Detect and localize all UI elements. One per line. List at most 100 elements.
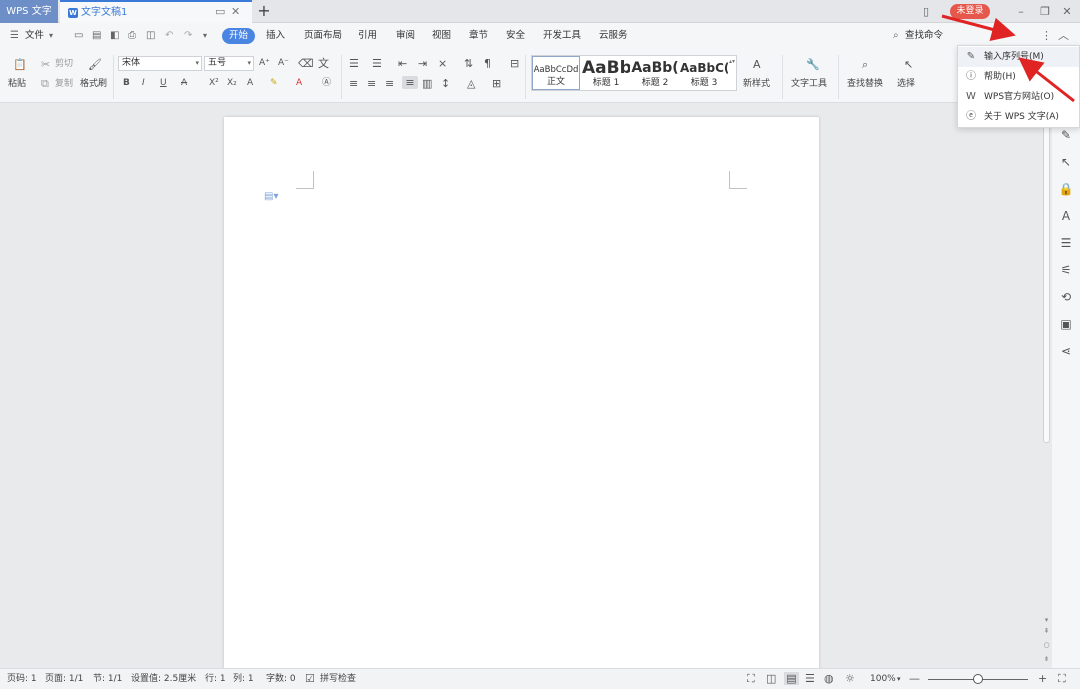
undo-icon[interactable]: ↶ [165, 29, 173, 43]
minimize-icon[interactable]: – [1013, 0, 1029, 23]
spellcheck-icon[interactable]: ☑ [305, 672, 315, 685]
fullscreen-icon[interactable]: ⛶ [747, 672, 755, 685]
spellcheck-button[interactable]: 拼写检查 [320, 673, 356, 685]
tablet-mode-icon[interactable]: ▯ [918, 0, 934, 23]
bullets-icon[interactable]: ☰ [349, 57, 359, 70]
eye-protection-icon[interactable]: ☼ [845, 672, 855, 685]
translate-icon[interactable]: A [1052, 208, 1080, 224]
subscript-icon[interactable]: X₂ [227, 77, 237, 90]
zoom-level[interactable]: 100% [870, 673, 896, 685]
menu-enter-serial[interactable]: ✎ 输入序列号(M) [958, 47, 1079, 67]
menu-home[interactable]: 开始 [222, 28, 255, 44]
bold-icon[interactable]: B [123, 77, 130, 90]
text-effect-icon[interactable]: A [247, 77, 253, 90]
zoom-slider-handle[interactable] [973, 674, 983, 684]
style-heading-1[interactable]: AaBb 标题 1 [582, 56, 630, 90]
sort-icon[interactable]: ⇅ [464, 57, 473, 70]
new-style-button[interactable]: 新样式 [743, 78, 770, 90]
style-heading-3[interactable]: AaBbC( 标题 3 [680, 56, 728, 90]
setting-value[interactable]: 设置值: 2.5厘米 [131, 673, 196, 685]
menu-file[interactable]: 文件 [25, 29, 44, 43]
document-page[interactable]: ▤▾ [224, 117, 819, 677]
font-size-select[interactable]: 五号 ▾ [204, 56, 254, 71]
word-count[interactable]: 字数: 0 [266, 673, 296, 685]
paste-icon[interactable]: 📋 [12, 58, 28, 71]
search-command[interactable]: 查找命令 [905, 29, 943, 43]
find-icon[interactable]: ⌕ [862, 58, 868, 71]
search-icon[interactable]: ⌕ [893, 29, 899, 43]
find-replace-button[interactable]: 查找替换 [847, 78, 883, 90]
collapse-ribbon-icon[interactable]: ︿ [1058, 29, 1069, 43]
new-tab-button[interactable]: + [256, 0, 272, 23]
table-border-icon[interactable]: ⊟ [510, 57, 519, 70]
align-right-icon[interactable]: ≡ [385, 77, 394, 90]
chevron-down-icon[interactable]: ▾ [49, 29, 53, 43]
highlight-icon[interactable]: ✎ [270, 77, 278, 90]
scrollbar-thumb[interactable] [1043, 113, 1050, 443]
read-mode-icon[interactable]: ◫ [766, 672, 776, 685]
menu-references[interactable]: 引用 [358, 29, 377, 43]
preview-icon[interactable]: ◫ [146, 29, 155, 43]
more-icon[interactable]: ⋮ [1041, 29, 1052, 43]
open-icon[interactable]: ▭ [74, 29, 83, 43]
select-browse-icon[interactable]: ○ [1041, 641, 1052, 650]
vertical-scrollbar[interactable]: ▾ ⇞ ○ ⇟ [1041, 103, 1052, 668]
display-icon[interactable]: ▭ [215, 3, 225, 20]
customize-icon[interactable]: ▾ [203, 29, 207, 43]
superscript-icon[interactable]: X² [209, 77, 219, 90]
underline-icon[interactable]: U [160, 77, 167, 90]
prev-page-icon[interactable]: ⇞ [1041, 627, 1052, 636]
copy-button[interactable]: 复制 [55, 78, 73, 90]
adjust-icon[interactable]: ⚟ [1052, 262, 1080, 278]
strikethrough-icon[interactable]: A [181, 77, 187, 90]
cursor-icon[interactable]: ↖ [904, 58, 913, 71]
increase-indent-icon[interactable]: ⇥ [418, 57, 427, 70]
shrink-font-icon[interactable]: A⁻ [278, 57, 289, 70]
italic-icon[interactable]: I [142, 77, 145, 90]
page-view-icon[interactable]: ▤ [784, 672, 799, 685]
menu-cloud-service[interactable]: 云服务 [599, 29, 628, 43]
style-normal[interactable]: AaBbCcDd 正文 [532, 56, 580, 90]
distribute-icon[interactable]: ▥ [422, 77, 432, 90]
print-icon[interactable]: ⎙ [128, 29, 136, 43]
decrease-indent-icon[interactable]: ⇤ [398, 57, 407, 70]
window-close-icon[interactable]: ✕ [1059, 0, 1075, 23]
fit-window-icon[interactable]: ⛶ [1058, 672, 1066, 685]
gallery-scroll-icon[interactable]: ▴▾ [729, 58, 735, 65]
cut-icon[interactable]: ✂ [41, 58, 50, 71]
save-icon[interactable]: ▤ [92, 29, 101, 43]
hamburger-icon[interactable]: ☰ [10, 29, 19, 43]
menu-insert[interactable]: 插入 [266, 29, 285, 43]
close-icon[interactable]: ✕ [231, 3, 240, 20]
next-page-icon[interactable]: ⇟ [1041, 655, 1052, 664]
restore-icon[interactable]: ❐ [1037, 0, 1053, 23]
borders-icon[interactable]: ⊞ [492, 77, 501, 90]
phonetic-guide-icon[interactable]: 文 [318, 57, 329, 70]
edit-icon[interactable]: ✎ [1052, 127, 1080, 143]
font-name-select[interactable]: 宋体 ▾ [118, 56, 202, 71]
font-color-icon[interactable]: A [296, 77, 302, 90]
lock-icon[interactable]: 🔒 [1052, 181, 1080, 197]
menu-help[interactable]: ⓘ 帮助(H) [958, 67, 1079, 87]
line-spacing-icon[interactable]: ↕ [441, 77, 450, 90]
cut-button[interactable]: 剪切 [55, 58, 73, 70]
document-tab[interactable]: W 文字文稿1 ▭ ✕ [60, 0, 252, 23]
login-button[interactable]: 未登录 [950, 4, 990, 19]
history-icon[interactable]: ⟲ [1052, 289, 1080, 305]
align-left-icon[interactable]: ≡ [349, 77, 358, 90]
scroll-up-icon[interactable]: ▾ [1041, 616, 1052, 625]
menu-developer-tools[interactable]: 开发工具 [543, 29, 581, 43]
copy-icon[interactable]: ⧉ [41, 77, 49, 90]
align-center-icon[interactable]: ≡ [367, 77, 376, 90]
backup-icon[interactable]: ▣ [1052, 316, 1080, 332]
wrench-icon[interactable]: 🔧 [806, 58, 820, 71]
app-tab[interactable]: WPS 文字 [0, 0, 58, 23]
clear-format-icon[interactable]: ⌫ [298, 57, 314, 70]
format-painter-icon[interactable]: 🖌 [88, 58, 102, 71]
menu-chapter[interactable]: 章节 [469, 29, 488, 43]
select-cursor-icon[interactable]: ↖ [1052, 154, 1080, 170]
grow-font-icon[interactable]: A⁺ [259, 57, 270, 70]
outline-icon[interactable]: ☰ [1052, 235, 1080, 251]
numbering-icon[interactable]: ☰ [372, 57, 382, 70]
chevron-down-icon[interactable]: ▾ [897, 673, 901, 685]
